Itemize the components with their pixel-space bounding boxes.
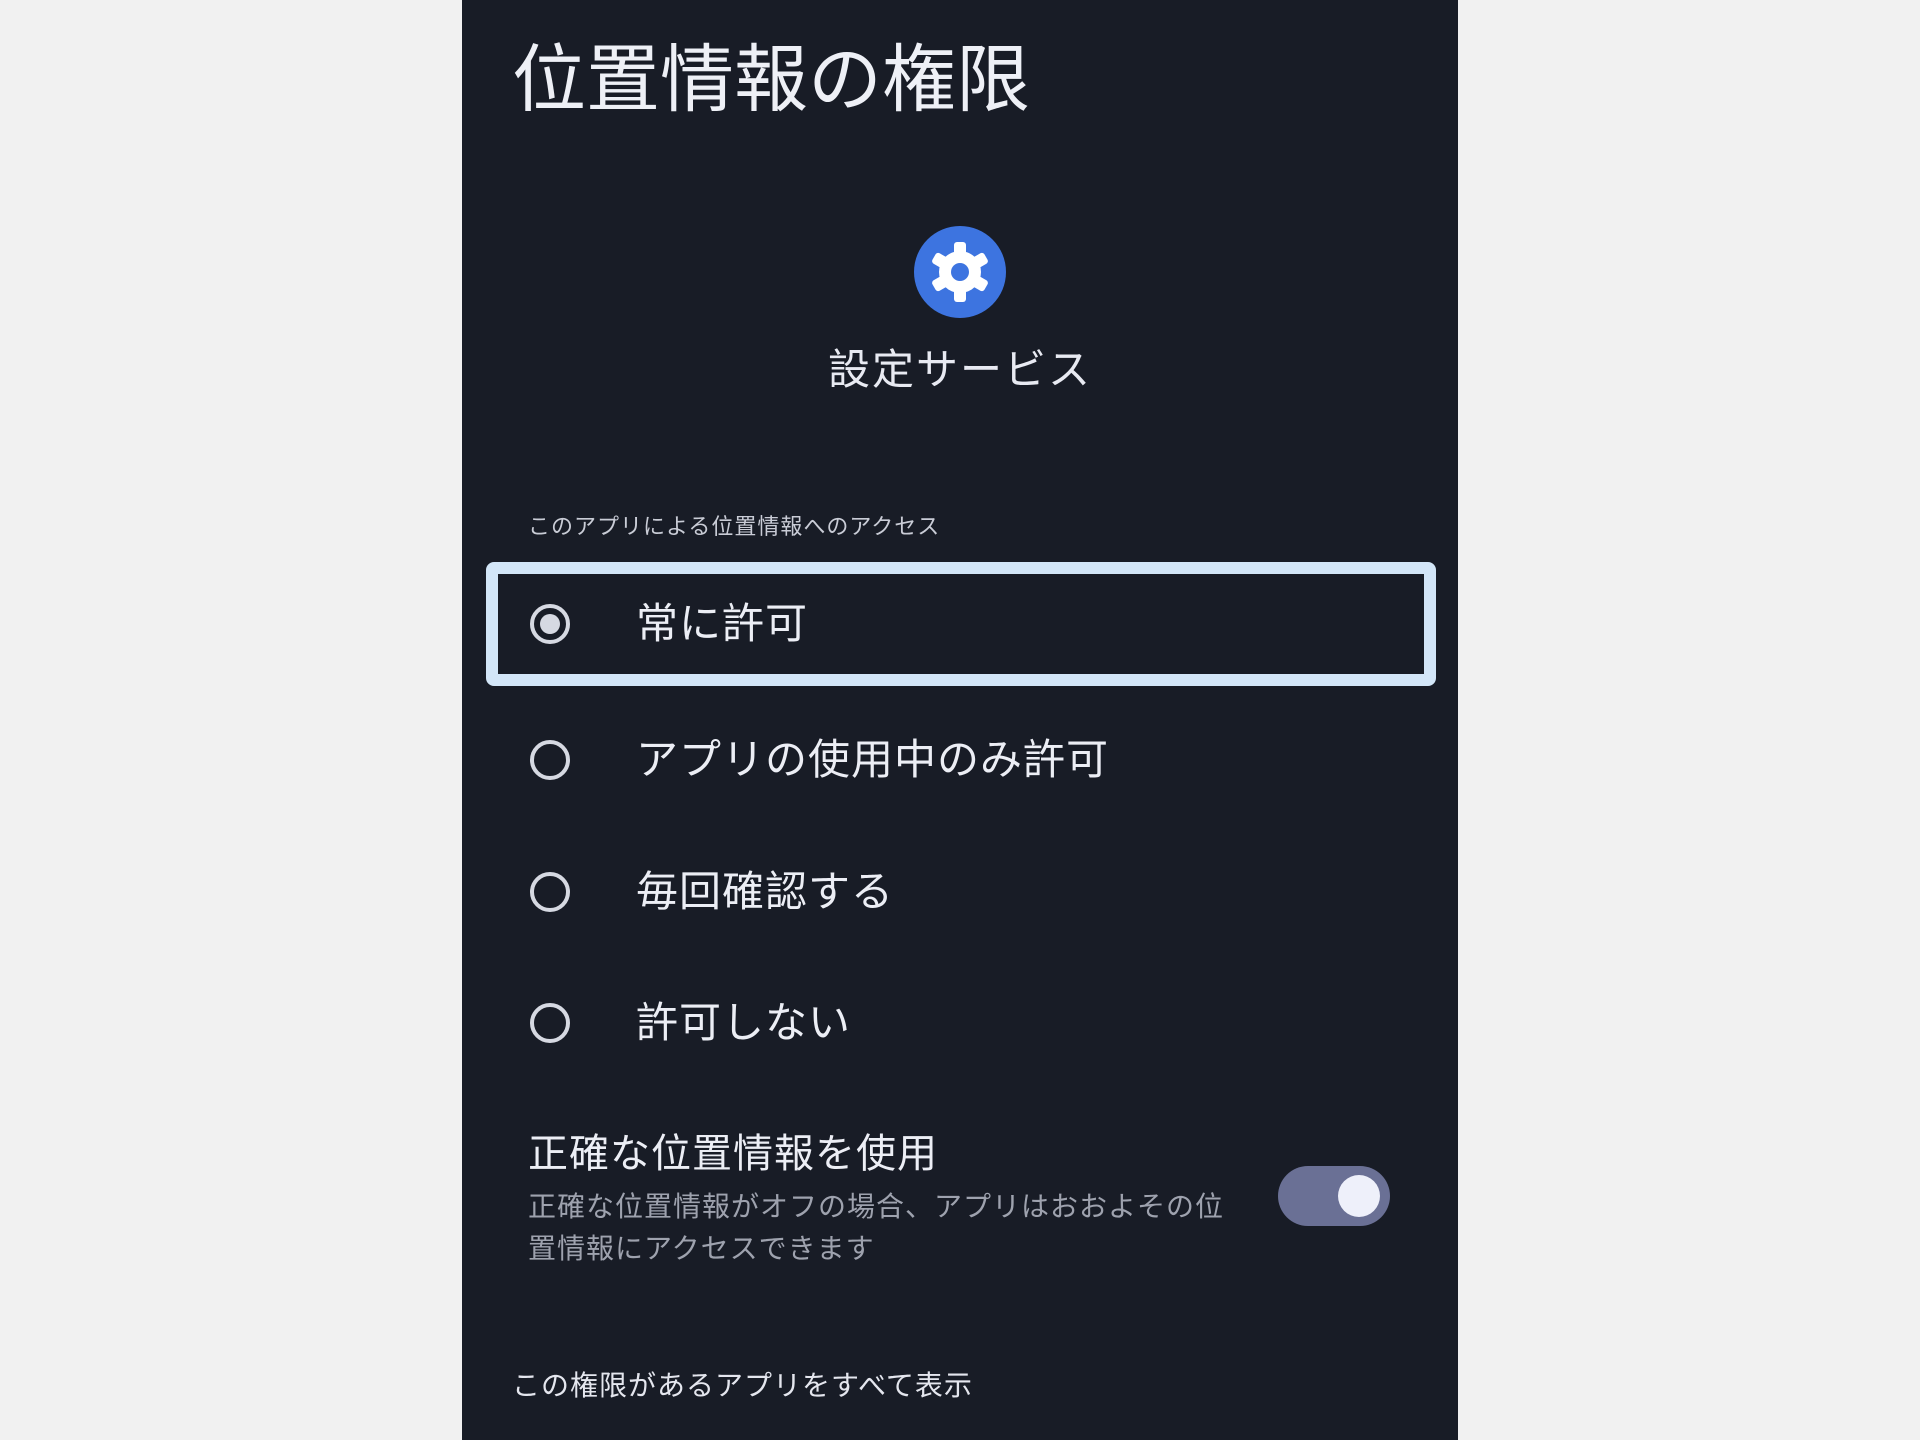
option-always-allow[interactable]: 常に許可 xyxy=(486,562,1436,686)
radio-selected-icon[interactable] xyxy=(528,602,572,646)
option-allow-while-using[interactable]: アプリの使用中のみ許可 xyxy=(486,698,1436,822)
radio-unselected-icon[interactable] xyxy=(528,738,572,782)
precise-location-title: 正確な位置情報を使用 xyxy=(528,1131,938,1177)
radio-unselected-icon[interactable] xyxy=(528,870,572,914)
option-label: 毎回確認する xyxy=(636,867,895,916)
option-label: 許可しない xyxy=(636,998,852,1047)
option-label: アプリの使用中のみ許可 xyxy=(636,735,1110,784)
option-ask-every-time[interactable]: 毎回確認する xyxy=(486,830,1436,954)
app-name: 設定サービス xyxy=(827,345,1092,394)
option-label: 常に許可 xyxy=(636,599,809,648)
radio-unselected-icon[interactable] xyxy=(528,1001,572,1045)
precise-location-description: 正確な位置情報がオフの場合、アプリはおおよその位置情報にアクセスできます xyxy=(528,1190,1225,1265)
option-dont-allow[interactable]: 許可しない xyxy=(486,961,1436,1085)
permission-screen: 位置情報の権限 設定サービス このアプリによる位置情報へのアクセス 常に許可 ア… xyxy=(462,0,1458,1440)
gear-icon xyxy=(914,226,1006,318)
view-all-apps-link[interactable]: この権限があるアプリをすべて表示 xyxy=(512,1362,973,1410)
page-title: 位置情報の権限 xyxy=(512,37,1030,123)
precise-location-toggle[interactable] xyxy=(1278,1166,1390,1226)
toggle-thumb xyxy=(1338,1175,1380,1217)
section-header: このアプリによる位置情報へのアクセス xyxy=(528,515,941,540)
